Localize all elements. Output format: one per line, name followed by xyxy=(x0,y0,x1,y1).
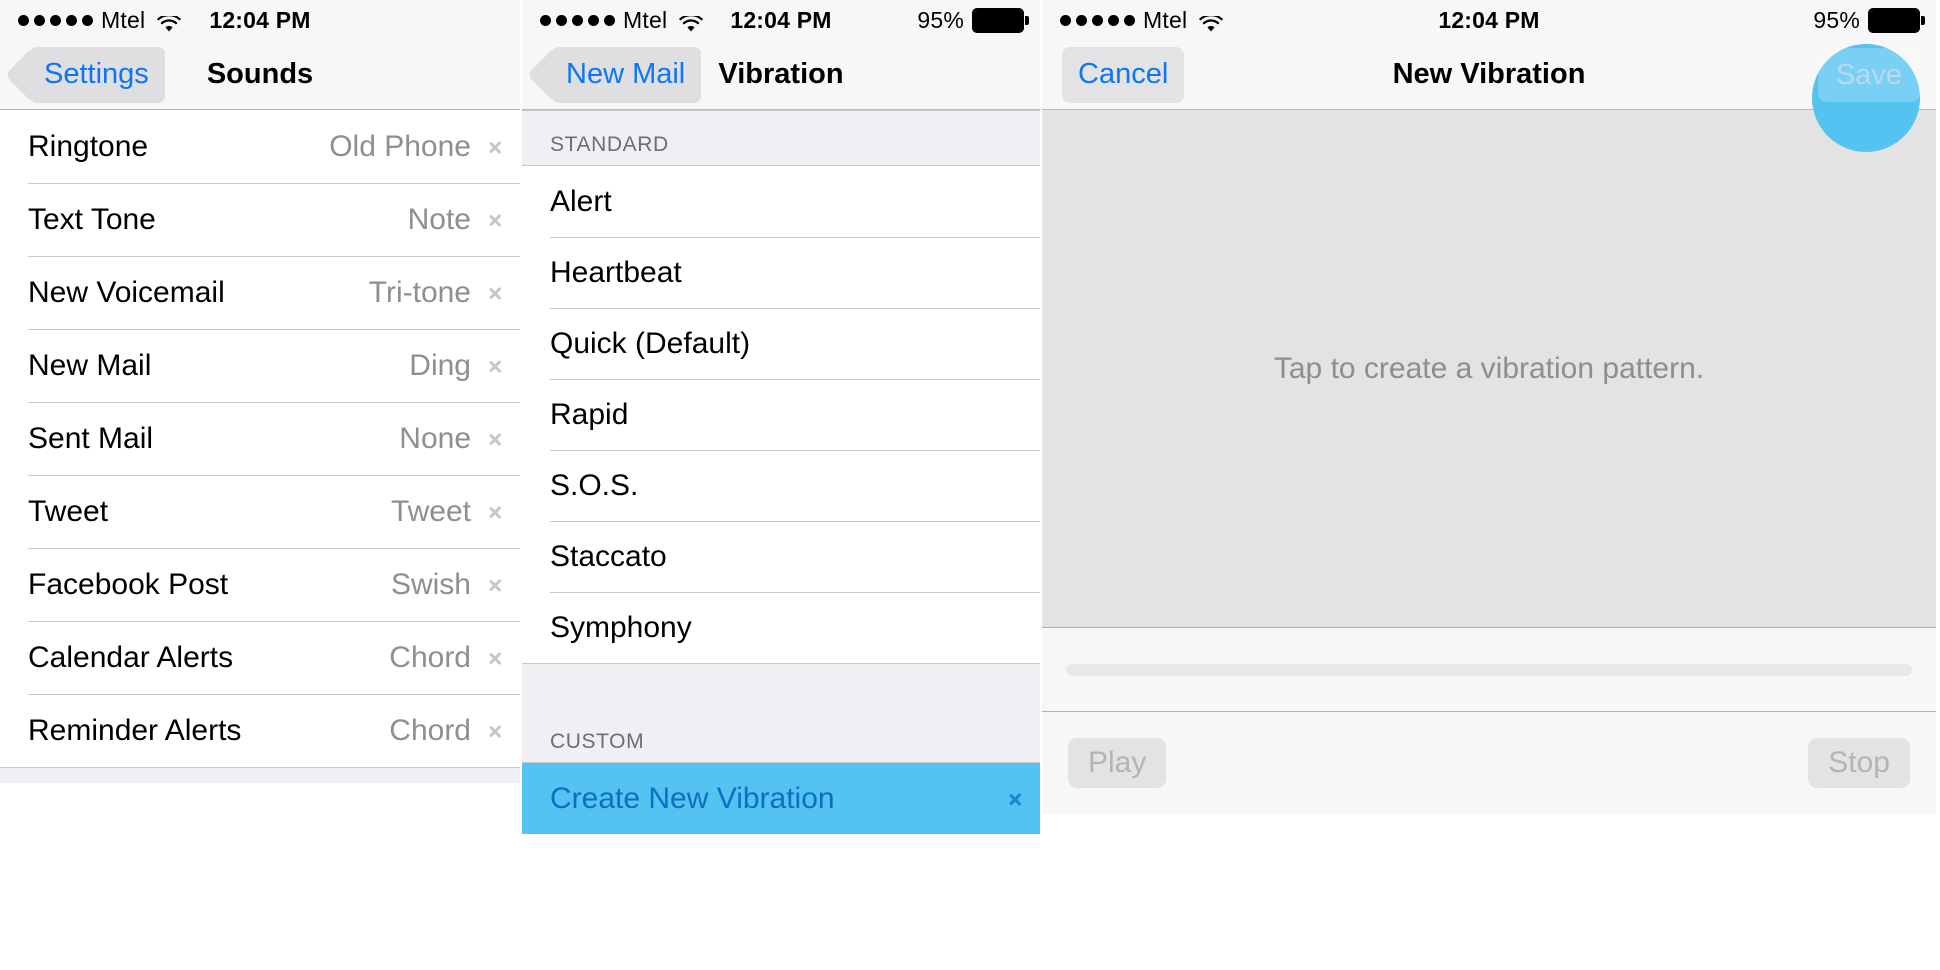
list-item-symphony[interactable]: Symphony xyxy=(522,592,1040,663)
chevron-right-icon xyxy=(489,282,502,304)
save-button[interactable]: Save xyxy=(1817,48,1920,102)
vibration-record-canvas[interactable]: Tap to create a vibration pattern. xyxy=(1042,110,1936,628)
list-item-new-mail[interactable]: New Mail Ding xyxy=(0,329,520,402)
list-item-facebook-post[interactable]: Facebook Post Swish xyxy=(0,548,520,621)
row-value: Ding xyxy=(409,348,471,382)
battery-full-icon xyxy=(1868,7,1925,33)
row-label: Facebook Post xyxy=(28,567,229,601)
navigation-bar: New Vibration Cancel Save xyxy=(1042,40,1936,152)
row-label: Staccato xyxy=(550,539,667,573)
list-item-alert[interactable]: Alert xyxy=(522,166,1040,237)
status-bar-clock: 12:04 PM xyxy=(209,6,311,33)
chevron-right-icon xyxy=(1009,788,1022,810)
chevron-right-icon xyxy=(489,720,502,742)
row-label: Reminder Alerts xyxy=(28,713,242,747)
list-bottom-strip xyxy=(0,767,520,783)
chevron-right-icon xyxy=(489,501,502,523)
three-screenshot-strip: Mtel 12:04 PM Sounds Settings Ringtone O… xyxy=(0,0,1940,970)
row-label: S.O.S. xyxy=(550,468,639,502)
sounds-list: Ringtone Old Phone Text Tone Note New Vo… xyxy=(0,110,520,783)
list-item-rapid[interactable]: Rapid xyxy=(522,379,1040,450)
row-value: Old Phone xyxy=(329,129,471,163)
record-hint-text: Tap to create a vibration pattern. xyxy=(1273,351,1705,385)
navigation-bar: Vibration New Mail xyxy=(522,40,1040,110)
save-button-label: Save xyxy=(1835,58,1902,91)
row-label: New Voicemail xyxy=(28,275,225,309)
list-item-quick-default[interactable]: Quick (Default) xyxy=(522,308,1040,379)
status-bar-clock: 12:04 PM xyxy=(1438,6,1540,33)
cancel-button-label: Cancel xyxy=(1078,58,1169,90)
list-item-calendar-alerts[interactable]: Calendar Alerts Chord xyxy=(0,621,520,694)
stop-button-label: Stop xyxy=(1828,746,1890,779)
status-bar: Mtel 12:04 PM 95% xyxy=(1042,0,1936,40)
list-item-staccato[interactable]: Staccato xyxy=(522,521,1040,592)
screen-new-vibration: Mtel 12:04 PM 95% New Vibration Cancel S… xyxy=(1042,0,1936,970)
row-label: Create New Vibration xyxy=(550,781,835,815)
row-label: Text Tone xyxy=(28,202,156,236)
section-header-custom: CUSTOM xyxy=(522,663,1040,763)
standard-vibrations-list: Alert Heartbeat Quick (Default) Rapid S.… xyxy=(522,166,1040,663)
row-label: Calendar Alerts xyxy=(28,640,234,674)
row-value: None xyxy=(399,421,471,455)
row-value: Swish xyxy=(390,567,471,601)
back-button-new-mail[interactable]: New Mail xyxy=(552,46,702,103)
row-value: Chord xyxy=(389,713,471,747)
chevron-right-icon xyxy=(489,209,502,231)
row-label: Symphony xyxy=(550,610,692,644)
row-label: Tweet xyxy=(28,494,109,528)
row-label: Ringtone xyxy=(28,129,149,163)
play-button[interactable]: Play xyxy=(1068,738,1167,788)
row-label: Heartbeat xyxy=(550,255,682,289)
row-label: Alert xyxy=(550,184,612,218)
battery-full-icon xyxy=(972,7,1029,33)
row-label: Rapid xyxy=(550,397,629,431)
screen-sounds: Mtel 12:04 PM Sounds Settings Ringtone O… xyxy=(0,0,520,970)
chevron-right-icon xyxy=(489,574,502,596)
vibration-pattern-track[interactable] xyxy=(1066,664,1912,676)
row-value: Tri-tone xyxy=(368,275,471,309)
play-button-label: Play xyxy=(1088,746,1147,779)
chevron-right-icon xyxy=(489,647,502,669)
list-item-ringtone[interactable]: Ringtone Old Phone xyxy=(0,110,520,183)
chevron-right-icon xyxy=(489,136,502,158)
row-label: Sent Mail xyxy=(28,421,154,455)
section-header-standard: STANDARD xyxy=(522,110,1040,166)
row-value: Tweet xyxy=(390,494,471,528)
back-button-label: Settings xyxy=(44,58,149,90)
back-button-label: New Mail xyxy=(566,58,686,90)
list-item-sent-mail[interactable]: Sent Mail None xyxy=(0,402,520,475)
navigation-bar: Sounds Settings xyxy=(0,40,520,110)
back-button-settings[interactable]: Settings xyxy=(30,46,165,103)
row-value: Note xyxy=(407,202,471,236)
list-item-text-tone[interactable]: Text Tone Note xyxy=(0,183,520,256)
list-item-new-voicemail[interactable]: New Voicemail Tri-tone xyxy=(0,256,520,329)
status-bar: Mtel 12:04 PM xyxy=(0,0,520,40)
list-item-reminder-alerts[interactable]: Reminder Alerts Chord xyxy=(0,694,520,767)
vibration-track-area xyxy=(1042,628,1936,712)
screen-vibration: Mtel 12:04 PM 95% Vibration New Mail STA… xyxy=(522,0,1040,970)
status-bar-clock: 12:04 PM xyxy=(730,6,832,33)
list-item-sos[interactable]: S.O.S. xyxy=(522,450,1040,521)
row-label: New Mail xyxy=(28,348,152,382)
cancel-button[interactable]: Cancel xyxy=(1062,46,1185,103)
list-item-heartbeat[interactable]: Heartbeat xyxy=(522,237,1040,308)
chevron-right-icon xyxy=(489,355,502,377)
transport-controls: Play Stop xyxy=(1042,712,1936,814)
row-value: Chord xyxy=(389,640,471,674)
status-bar: Mtel 12:04 PM 95% xyxy=(522,0,1040,40)
list-item-create-new-vibration[interactable]: Create New Vibration xyxy=(522,763,1040,834)
list-item-tweet[interactable]: Tweet Tweet xyxy=(0,475,520,548)
row-label: Quick (Default) xyxy=(550,326,751,360)
stop-button[interactable]: Stop xyxy=(1808,738,1910,788)
chevron-right-icon xyxy=(489,428,502,450)
